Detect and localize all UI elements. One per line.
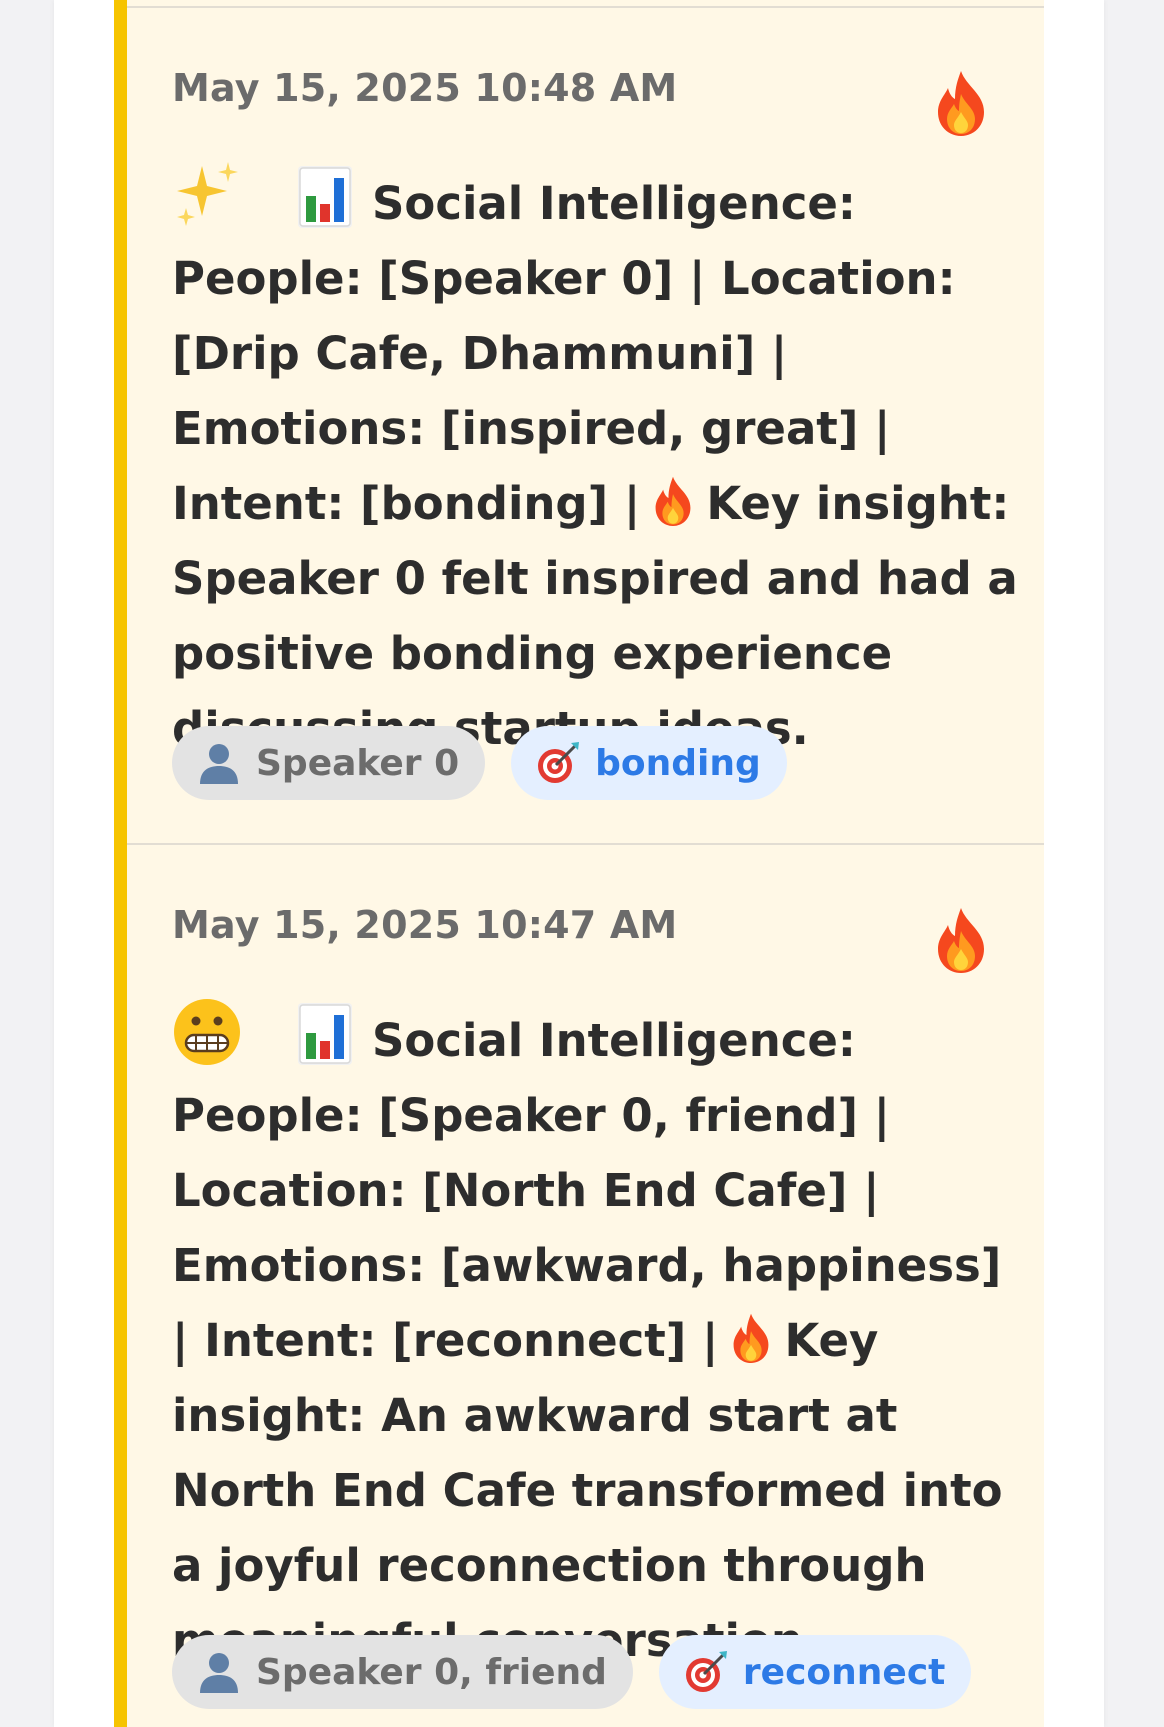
accent-bar [114,0,127,1727]
target-icon [685,1651,727,1692]
intent-tag-label: bonding [595,742,761,784]
person-icon [200,1653,238,1693]
fire-icon [734,1313,769,1363]
timestamp: May 15, 2025 10:48 AM [172,66,678,110]
people-tag-label: Speaker 0, friend [256,1651,607,1693]
people-tag-label: Speaker 0 [256,742,460,784]
intent-tag[interactable]: reconnect [658,1635,972,1709]
timestamp: May 15, 2025 10:47 AM [172,903,678,947]
tag-row: Speaker 0, friend reconnect [172,1635,972,1709]
people-tag[interactable]: Speaker 0 [172,726,486,800]
person-icon [200,744,238,784]
fire-icon [938,908,984,973]
fire-icon [655,476,691,526]
memory-card[interactable]: May 15, 2025 10:47 AM Social Intelligenc… [114,843,1044,1727]
intent-tag-label: reconnect [742,1651,946,1693]
fire-icon [938,71,984,136]
summary-text: Social Intelligence: People: [Speaker 0]… [172,166,1032,766]
memory-feed: May 15, 2025 10:48 AM Social Intelligenc… [114,0,1044,1727]
tag-row: Speaker 0 bonding [172,726,787,800]
intent-tag[interactable]: bonding [511,726,787,800]
people-tag[interactable]: Speaker 0, friend [172,1635,633,1709]
target-icon [538,742,580,783]
summary-text: Social Intelligence: People: [Speaker 0,… [172,1003,1032,1678]
memory-card[interactable]: May 15, 2025 10:48 AM Social Intelligenc… [114,6,1044,844]
